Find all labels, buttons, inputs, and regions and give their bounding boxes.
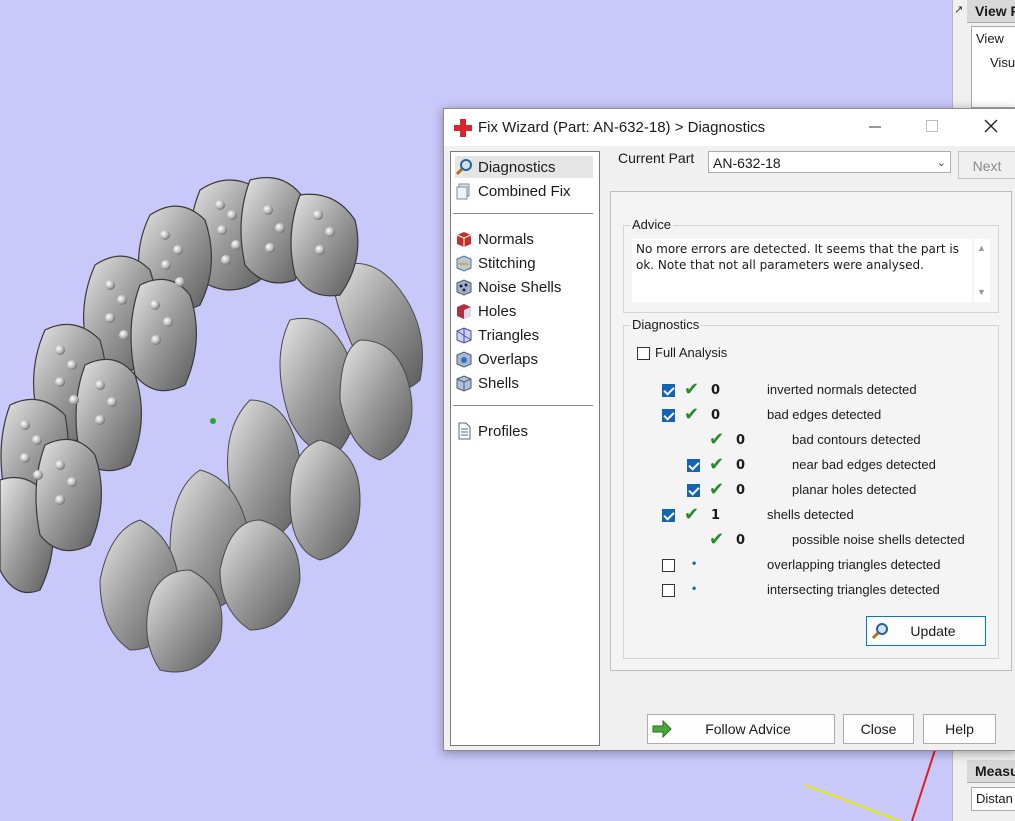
measure-title: Measu [967, 760, 1015, 783]
overlaps-cube-icon [456, 351, 472, 368]
wizard-nav-list: Diagnostics Combined Fix Normals Stitchi… [450, 151, 600, 746]
combined-fix-icon [456, 183, 470, 200]
bad-contours-count: 0 [736, 433, 746, 448]
collapse-arrow-icon[interactable]: ↗ [954, 3, 964, 21]
check-mark-icon: ✔ [684, 504, 700, 524]
scroll-up-icon[interactable]: ▲ [977, 243, 986, 253]
near-bad-edges-count: 0 [736, 458, 746, 473]
advice-scrollbar[interactable]: ▲ ▼ [974, 239, 990, 302]
visual-label: Visu [990, 55, 1015, 70]
not-analysed-dot-icon: • [692, 556, 697, 570]
nav-item-shells[interactable]: Shells [455, 372, 593, 394]
planar-holes-checkbox[interactable] [687, 484, 700, 497]
red-cross-icon [454, 119, 472, 137]
diagnostics-title: Diagnostics [630, 317, 702, 332]
shells-label: shells detected [767, 507, 854, 522]
near-bad-edges-checkbox[interactable] [687, 459, 700, 472]
stitching-cube-icon [456, 255, 472, 272]
current-part-label: Current Part [618, 150, 695, 166]
panel-title: View P [967, 0, 1015, 23]
bad-edges-label: bad edges detected [767, 407, 882, 422]
diagnostics-panel: Advice No more errors are detected. It s… [610, 191, 1012, 671]
nav-item-noise-shells[interactable]: Noise Shells [455, 276, 593, 298]
close-icon [984, 119, 998, 133]
noise-shells-label: possible noise shells detected [792, 532, 965, 547]
shells-count: 1 [711, 508, 721, 523]
advice-title: Advice [630, 217, 674, 232]
minimize-icon [869, 126, 881, 128]
near-bad-edges-label: near bad edges detected [792, 457, 936, 472]
planar-holes-label: planar holes detected [792, 482, 917, 497]
magnifier-icon [455, 159, 472, 176]
bad-contours-label: bad contours detected [792, 432, 921, 447]
inverted-normals-checkbox[interactable] [662, 384, 675, 397]
green-arrow-icon [652, 720, 672, 738]
nav-item-stitching[interactable]: Stitching [455, 252, 593, 274]
nav-item-normals[interactable]: Normals [455, 228, 593, 250]
nav-item-overlaps[interactable]: Overlaps [455, 348, 593, 370]
bad-edges-checkbox[interactable] [662, 409, 675, 422]
view-group: View Visu [971, 26, 1015, 108]
help-button[interactable]: Help [923, 714, 996, 744]
minimize-button[interactable] [852, 109, 898, 145]
nav-item-profiles[interactable]: Profiles [455, 420, 593, 442]
full-analysis-label: Full Analysis [655, 345, 728, 360]
shells-cube-icon [456, 375, 472, 392]
full-analysis-checkbox[interactable] [637, 347, 650, 360]
chevron-down-icon: ⌄ [936, 157, 946, 169]
close-window-button[interactable] [968, 109, 1014, 145]
check-mark-icon: ✔ [684, 404, 700, 424]
check-mark-icon: ✔ [684, 379, 700, 399]
nav-divider [453, 213, 593, 214]
nav-item-holes[interactable]: Holes [455, 300, 593, 322]
document-icon [458, 422, 471, 440]
follow-advice-button[interactable]: Follow Advice [647, 714, 835, 744]
close-button[interactable]: Close [843, 714, 914, 744]
next-button[interactable]: Next [958, 151, 1015, 179]
current-part-dropdown[interactable]: AN-632-18 ⌄ [708, 151, 951, 173]
nav-item-diagnostics[interactable]: Diagnostics [455, 156, 593, 178]
planar-holes-count: 0 [736, 483, 746, 498]
check-mark-icon: ✔ [709, 454, 725, 474]
update-button[interactable]: Update [866, 616, 986, 646]
advice-text: No more errors are detected. It seems th… [632, 239, 972, 302]
title-bar[interactable]: Fix Wizard (Part: AN-632-18) > Diagnosti… [444, 109, 1015, 146]
bad-edges-count: 0 [711, 408, 721, 423]
inverted-normals-label: inverted normals detected [767, 382, 917, 397]
check-mark-icon: ✔ [709, 429, 725, 449]
inverted-normals-count: 0 [711, 383, 721, 398]
intersecting-triangles-label: intersecting triangles detected [767, 582, 940, 597]
noise-shells-count: 0 [736, 533, 746, 548]
dialog-title: Fix Wizard (Part: AN-632-18) > Diagnosti… [478, 119, 766, 136]
noise-shells-icon [456, 279, 472, 296]
pivot-point [210, 418, 216, 424]
diagnostics-group: Diagnostics Full Analysis ✔ 0 inverted n… [623, 317, 999, 659]
maximize-icon [926, 120, 938, 132]
check-mark-icon: ✔ [709, 529, 725, 549]
nav-divider [453, 405, 593, 406]
triangles-cube-icon [456, 327, 472, 344]
not-analysed-dot-icon: • [692, 581, 697, 595]
check-mark-icon: ✔ [709, 479, 725, 499]
shells-checkbox[interactable] [662, 509, 675, 522]
intersecting-triangles-checkbox[interactable] [662, 584, 675, 597]
overlapping-triangles-checkbox[interactable] [662, 559, 675, 572]
maximize-button[interactable] [909, 109, 955, 145]
scroll-down-icon[interactable]: ▼ [977, 287, 986, 297]
advice-group: Advice No more errors are detected. It s… [623, 217, 999, 313]
overlapping-triangles-label: overlapping triangles detected [767, 557, 941, 572]
fix-wizard-dialog: Fix Wizard (Part: AN-632-18) > Diagnosti… [443, 108, 1015, 751]
holes-cube-icon [457, 304, 471, 319]
normals-cube-icon [456, 232, 472, 247]
magnifier-icon [871, 623, 888, 640]
nav-item-combined-fix[interactable]: Combined Fix [455, 180, 593, 202]
nav-item-triangles[interactable]: Triangles [455, 324, 593, 346]
distance-field[interactable]: Distan [971, 787, 1015, 811]
view-tab[interactable]: View [976, 31, 1004, 46]
